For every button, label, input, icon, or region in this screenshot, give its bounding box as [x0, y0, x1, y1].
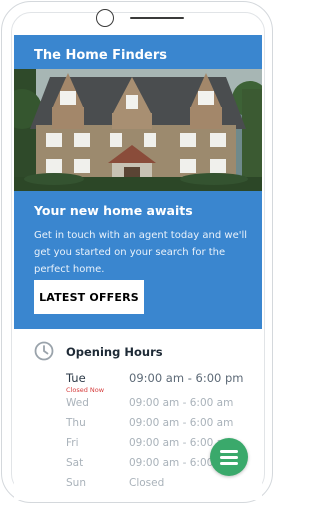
clock-icon — [34, 341, 54, 361]
day-label: Fri — [66, 437, 79, 449]
closed-now-badge: Closed Now — [66, 386, 105, 394]
menu-button[interactable] — [210, 438, 248, 476]
day-label: Tue — [66, 371, 86, 385]
hours-row-wed: Wed 09:00 am - 6:00 am — [14, 397, 262, 415]
hours-row-sun: Sun Closed — [14, 477, 262, 495]
hamburger-menu-icon — [220, 456, 238, 459]
hours-row-thu: Thu 09:00 am - 6:00 am — [14, 417, 262, 435]
app-screen: The Home Finders Your new home awaits Ge… — [14, 35, 262, 500]
day-label: Thu — [66, 417, 86, 429]
promo-section: Your new home awaits Get in touch with a… — [14, 191, 262, 329]
promo-title: Your new home awaits — [34, 203, 193, 218]
promo-description: Get in touch with an agent today and we'… — [34, 230, 248, 275]
hero-image — [14, 69, 262, 191]
opening-hours-title: Opening Hours — [66, 345, 163, 359]
time-range: 09:00 am - 6:00 pm — [129, 371, 244, 385]
hours-row-tue: Tue 09:00 am - 6:00 pm Closed Now — [14, 371, 262, 394]
app-header: The Home Finders — [14, 35, 262, 69]
time-range: Closed — [129, 477, 165, 489]
day-label: Sun — [66, 477, 86, 489]
latest-offers-button[interactable]: LATEST OFFERS — [34, 280, 144, 314]
time-range: 09:00 am - 6:00 am — [129, 417, 234, 429]
day-label: Sat — [66, 457, 84, 469]
hamburger-menu-icon — [220, 450, 238, 453]
speaker-grille — [130, 17, 184, 19]
house-photo — [14, 69, 262, 191]
brand-title: The Home Finders — [34, 48, 168, 63]
hamburger-menu-icon — [220, 462, 238, 465]
day-label: Wed — [66, 397, 89, 409]
time-range: 09:00 am - 6:00 am — [129, 397, 234, 409]
camera-icon — [96, 9, 114, 27]
